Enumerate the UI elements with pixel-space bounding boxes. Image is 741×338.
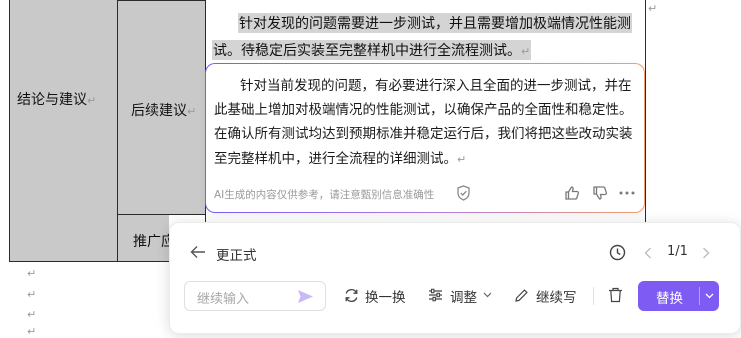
divider [699,287,700,305]
pen-icon [515,289,528,302]
swap-label: 换一换 [365,290,406,306]
chevron-right-icon[interactable] [702,247,710,259]
paragraph-mark: ↵ [27,267,37,280]
back-arrow-icon[interactable] [190,245,206,259]
table-border [9,0,10,262]
adjust-label: 调整 [450,290,477,306]
paragraph-mark: ↵ [27,325,37,338]
chevron-down-icon [483,292,492,298]
paragraph-mark: ↵ [27,308,37,321]
ai-text-line: 至完整样机中，进行全流程的详细测试。↵ [214,151,467,167]
original-text-line[interactable]: 针对发现的问题需要进一步测试，并且需要增加极端情况性能测 [238,13,632,33]
table-border [117,214,205,215]
style-label: 更正式 [216,248,257,264]
chevron-left-icon[interactable] [644,247,652,259]
send-icon[interactable] [297,289,314,304]
table-border [117,0,205,1]
ai-text-line: 在确认所有测试均达到预期标准并稳定运行后，我们将把这些改动实装 [214,126,633,142]
ai-text-line: 此基础上增加对极端情况的性能测试，以确保产品的全面性和稳定性。 [214,102,633,118]
table-border [645,0,646,222]
continue-write-label: 继续写 [536,290,577,306]
paragraph-mark: ↵ [648,2,658,15]
ai-text-line: 针对当前发现的问题，有必要进行深入且全面的进一步测试，并在 [240,78,632,94]
chevron-down-icon[interactable] [705,293,714,299]
replace-label: 替换 [656,291,683,307]
replace-button[interactable]: 替换 [638,281,719,311]
continue-input[interactable]: 继续输入 [184,281,326,311]
rewrite-panel: 更正式 1/1 继续输入 换一换 调整 继续写 替换 [169,222,741,334]
conclusion-label: 结论与建议↵ [17,92,97,108]
history-clock-icon[interactable] [609,244,626,261]
divider [593,287,594,305]
refresh-icon [345,289,358,302]
thumbs-up-icon[interactable] [564,185,580,201]
page-indicator: 1/1 [667,244,688,259]
followup-label: 后续建议↵ [131,103,197,119]
trash-icon[interactable] [608,287,623,303]
more-icon[interactable] [619,191,635,195]
ai-suggestion-card: 针对当前发现的问题，有必要进行深入且全面的进一步测试，并在 此基础上增加对极端情… [205,63,645,213]
sliders-icon [429,288,442,302]
ai-disclaimer: AI生成的内容仅供参考，请注意甄别信息准确性 [214,189,435,201]
continue-input-placeholder: 继续输入 [197,292,250,307]
paragraph-mark: ↵ [27,288,37,301]
table-border [117,0,118,262]
table-border [9,261,169,262]
original-text-line[interactable]: 试。待稳定后实装至完整样机中进行全流程测试。↵ [212,40,532,60]
table-cell-conclusion [9,0,117,261]
thumbs-down-icon[interactable] [592,185,608,201]
shield-check-icon[interactable] [456,185,471,201]
